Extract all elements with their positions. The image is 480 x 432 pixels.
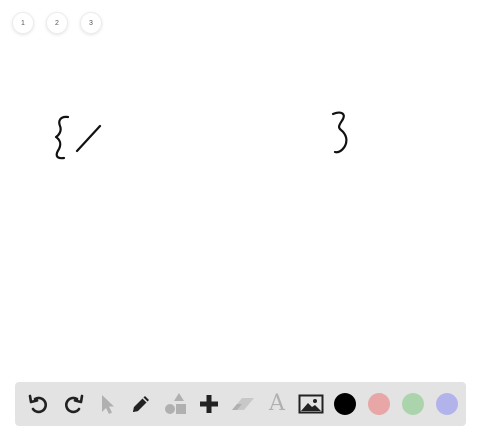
shapes-tool-button[interactable] — [158, 387, 192, 421]
color-swatch-black — [334, 393, 356, 415]
color-swatch-green — [402, 393, 424, 415]
ink-stroke-slash — [75, 124, 102, 153]
redo-button[interactable] — [56, 387, 90, 421]
color-blue-button[interactable] — [430, 387, 464, 421]
pointer-icon — [102, 395, 114, 414]
color-black-button[interactable] — [328, 387, 362, 421]
whiteboard-app: 1 2 3 A — [0, 0, 480, 432]
image-tool-button[interactable] — [294, 387, 328, 421]
shapes-icon — [165, 393, 186, 414]
page-tabs: 1 2 3 — [12, 12, 102, 34]
pencil-icon — [133, 396, 149, 412]
drawing-canvas[interactable] — [0, 40, 480, 380]
image-icon — [298, 394, 324, 414]
eraser-tool-button[interactable] — [226, 387, 260, 421]
text-icon: A — [269, 391, 285, 416]
ink-stroke-left-brace — [54, 115, 70, 160]
page-tab-2[interactable]: 2 — [46, 12, 68, 34]
ink-stroke-right-brace — [331, 111, 348, 154]
color-swatch-blue — [436, 393, 458, 415]
bottom-toolbar: A — [15, 382, 466, 426]
text-tool-button[interactable]: A — [260, 387, 294, 421]
plus-icon — [200, 395, 218, 413]
eraser-icon — [232, 398, 254, 410]
pen-tool-button[interactable] — [124, 387, 158, 421]
undo-icon — [28, 394, 47, 414]
page-tab-3[interactable]: 3 — [80, 12, 102, 34]
page-tab-1[interactable]: 1 — [12, 12, 34, 34]
add-button[interactable] — [192, 387, 226, 421]
select-tool-button[interactable] — [90, 387, 124, 421]
color-swatch-red — [368, 393, 390, 415]
undo-button[interactable] — [22, 387, 56, 421]
redo-icon — [65, 394, 84, 414]
color-red-button[interactable] — [362, 387, 396, 421]
color-green-button[interactable] — [396, 387, 430, 421]
